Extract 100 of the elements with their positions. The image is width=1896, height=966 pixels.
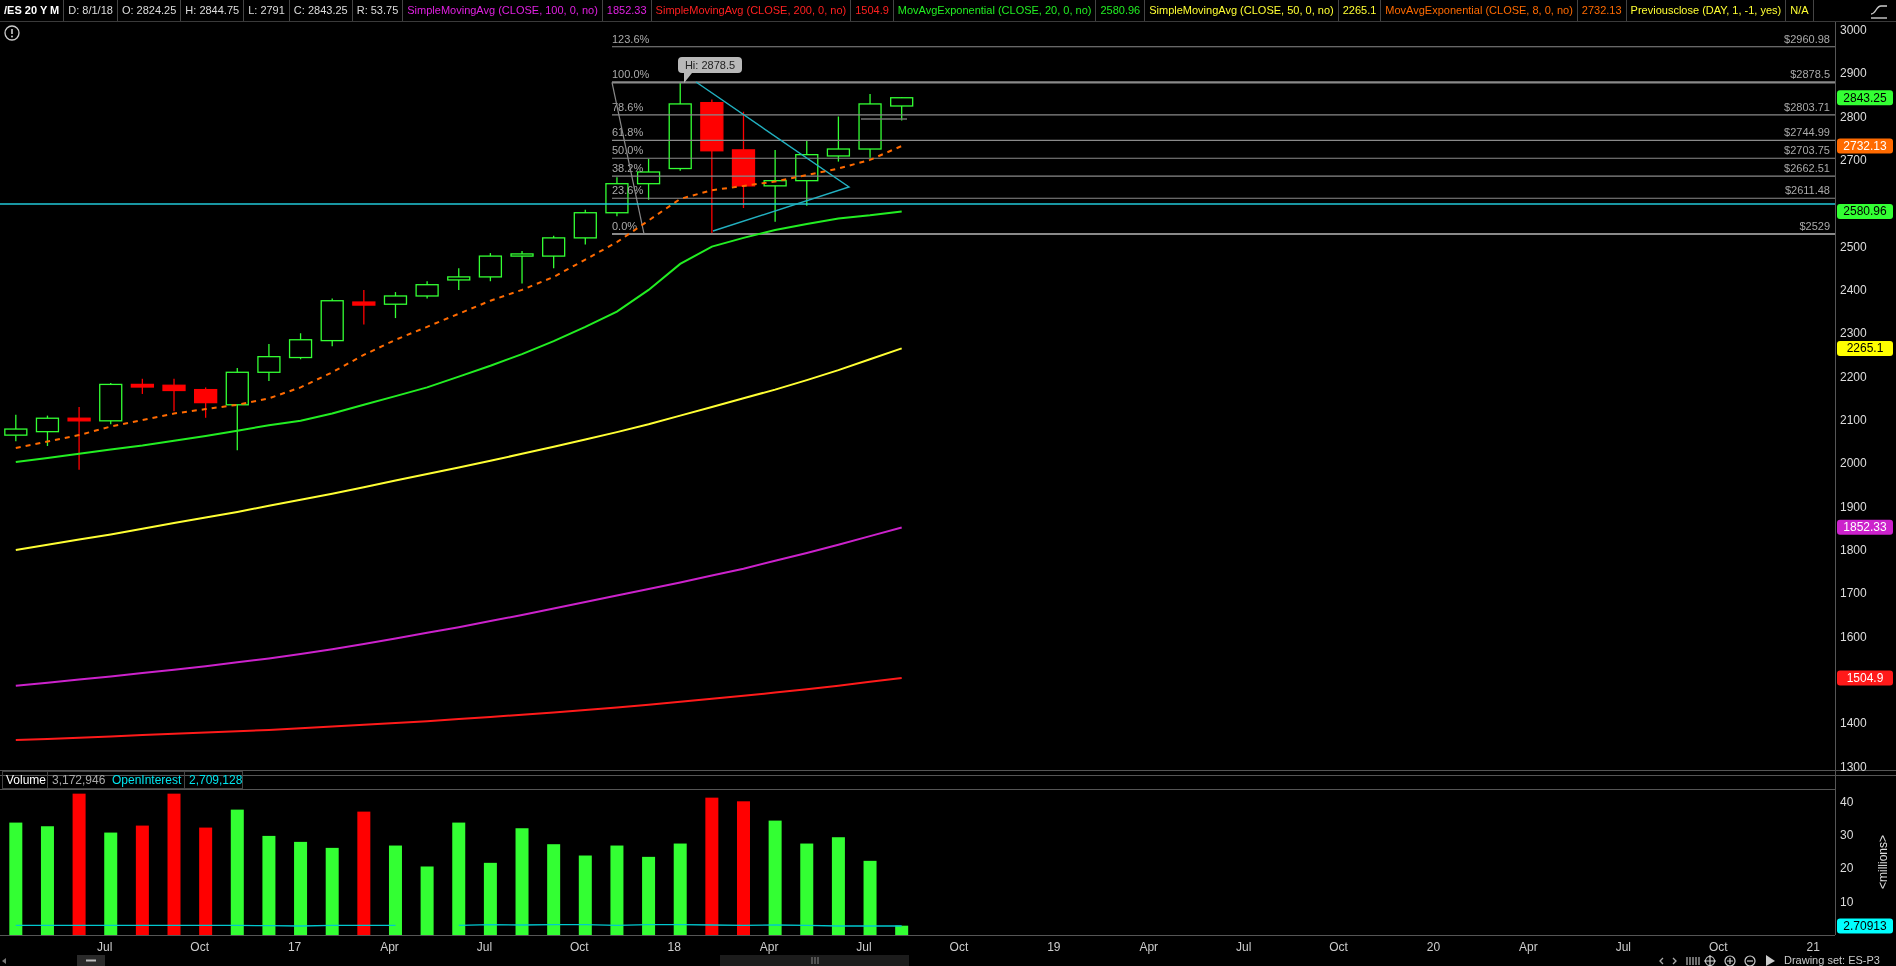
axis-tick-label: Oct xyxy=(1708,940,1728,954)
fibonacci-percent-label: 50.0% xyxy=(612,144,644,157)
axis-tick-label: 2500 xyxy=(1840,239,1867,254)
zoom-in-icon[interactable] xyxy=(1724,955,1736,966)
candlestick xyxy=(415,280,439,300)
axis-tick-label: Jul xyxy=(856,940,872,954)
fibonacci-price-label: $2662.51 xyxy=(1784,162,1830,175)
axis-tick-label: Jul xyxy=(1236,940,1252,954)
axis-tick-label: Oct xyxy=(190,940,209,954)
study-name: MovAvgExponential (CLOSE, 8, 0, no) xyxy=(1381,0,1578,21)
alert-icon[interactable] xyxy=(4,25,20,41)
price-badge: 2.70913 xyxy=(1837,918,1893,934)
axis-tick-label: 10 xyxy=(1840,894,1854,909)
quote-value: D: 8/1/18 xyxy=(64,0,118,21)
candlestick xyxy=(67,406,91,471)
candlestick xyxy=(257,343,281,382)
axis-tick-label: Jul xyxy=(97,940,113,954)
candlestick xyxy=(130,378,154,395)
study-name: Previousclose (DAY, 1, -1, yes) xyxy=(1626,0,1787,21)
fibonacci-price-label: $2703.75 xyxy=(1784,144,1830,157)
price-badge: 2265.1 xyxy=(1837,340,1893,356)
quote-value: L: 2791 xyxy=(244,0,290,21)
axis-tick-label: 2800 xyxy=(1840,109,1867,124)
price-badge: 2843.25 xyxy=(1837,90,1893,106)
study-name: SimpleMovingAvg (CLOSE, 50, 0, no) xyxy=(1145,0,1339,21)
price-badge: 1852.33 xyxy=(1837,519,1893,535)
axis-tick-label: Oct xyxy=(1329,940,1348,954)
legend-label: Volume xyxy=(6,773,47,787)
candlestick xyxy=(99,382,123,425)
candlestick xyxy=(35,414,60,447)
quote-value: R: 53.75 xyxy=(352,0,404,21)
axis-tick-label: 2000 xyxy=(1840,456,1867,471)
axis-tick-label: 3000 xyxy=(1840,22,1867,37)
axis-tick-label: 2300 xyxy=(1840,326,1867,341)
price-badge: 1504.9 xyxy=(1837,670,1893,686)
axis-tick-label: 30 xyxy=(1840,828,1854,843)
fibonacci-percent-label: 38.2% xyxy=(612,162,644,175)
axis-tick-label: Apr xyxy=(1519,940,1538,954)
fibonacci-price-label: $2744.99 xyxy=(1784,126,1830,139)
scrollbar-thumb[interactable] xyxy=(77,955,105,966)
candlestick xyxy=(288,332,313,360)
study-value: N/A xyxy=(1786,0,1814,21)
axis-tick-label: Apr xyxy=(1139,940,1159,954)
candlestick xyxy=(447,267,471,291)
axis-tick-label: 1600 xyxy=(1840,629,1867,644)
fibonacci-price-label: $2960.98 xyxy=(1784,32,1830,45)
symbol-label: /ES 20 Y M xyxy=(0,0,65,21)
candlestick xyxy=(194,386,218,419)
axis-tick-label: 17 xyxy=(287,940,302,954)
study-value: 2732.13 xyxy=(1577,0,1627,21)
reference-line xyxy=(860,118,908,120)
scroll-right-icon[interactable] xyxy=(1672,957,1677,965)
zoom-out-icon[interactable] xyxy=(1744,955,1756,966)
study-name: MovAvgExponential (CLOSE, 20, 0, no) xyxy=(893,0,1097,21)
axis-tick-label: 1900 xyxy=(1840,499,1867,514)
axis-tick-label: 20 xyxy=(1840,861,1854,876)
study-value: 2580.96 xyxy=(1096,0,1146,21)
volume-bar xyxy=(895,925,909,935)
price-badge: 2580.96 xyxy=(1837,203,1893,219)
axis-tick-label: 1700 xyxy=(1840,586,1867,601)
fibonacci-percent-label: 61.8% xyxy=(612,126,644,139)
crosshair-icon[interactable] xyxy=(1703,954,1717,966)
quote-value: C: 2843.25 xyxy=(289,0,353,21)
axis-tick-label: 1400 xyxy=(1840,716,1867,731)
quote-value: O: 2824.25 xyxy=(117,0,182,21)
quote-value: H: 2844.75 xyxy=(181,0,245,21)
candlestick xyxy=(795,139,819,207)
axis-tick-label: 2100 xyxy=(1840,412,1867,427)
axis-tick-label: 2400 xyxy=(1840,282,1867,297)
study-name: SimpleMovingAvg (CLOSE, 100, 0, no) xyxy=(403,0,603,21)
candlestick xyxy=(510,250,534,285)
scroll-left-icon[interactable] xyxy=(2,958,6,964)
axis-tick-label: Jul xyxy=(476,940,493,954)
chart-style-icon[interactable] xyxy=(1870,3,1888,19)
grip-icon[interactable] xyxy=(1686,956,1700,966)
axis-title: <millions> xyxy=(1876,835,1890,889)
axis-tick-label: 40 xyxy=(1840,794,1854,809)
candlestick xyxy=(478,252,503,282)
fibonacci-percent-label: 100.0% xyxy=(612,68,650,81)
price-badge: 2732.13 xyxy=(1837,138,1893,154)
study-value: 1504.9 xyxy=(851,0,894,21)
drawing-set-label: Drawing set: ES-P3 xyxy=(1784,954,1880,966)
legend-value: 2,709,128 xyxy=(189,773,243,787)
scroll-left-icon[interactable] xyxy=(1659,957,1664,965)
candlestick xyxy=(352,289,376,326)
volume-bar xyxy=(420,866,434,935)
candlestick xyxy=(826,115,851,163)
axis-tick-label: 18 xyxy=(667,940,681,954)
candlestick xyxy=(162,378,186,412)
candlestick xyxy=(383,291,408,319)
play-icon[interactable] xyxy=(1766,955,1775,966)
axis-tick-label: 1300 xyxy=(1840,759,1867,774)
axis-tick-label: 1800 xyxy=(1840,543,1867,557)
high-price-callout: Hi: 2878.5 xyxy=(678,57,742,83)
scrollbar-thumb[interactable] xyxy=(720,955,909,966)
axis-tick-label: 2900 xyxy=(1840,66,1867,81)
candlestick xyxy=(320,297,344,347)
axis-tick-label: 2700 xyxy=(1840,152,1867,167)
candlestick xyxy=(4,414,28,442)
fibonacci-price-label: $2878.5 xyxy=(1790,68,1830,81)
